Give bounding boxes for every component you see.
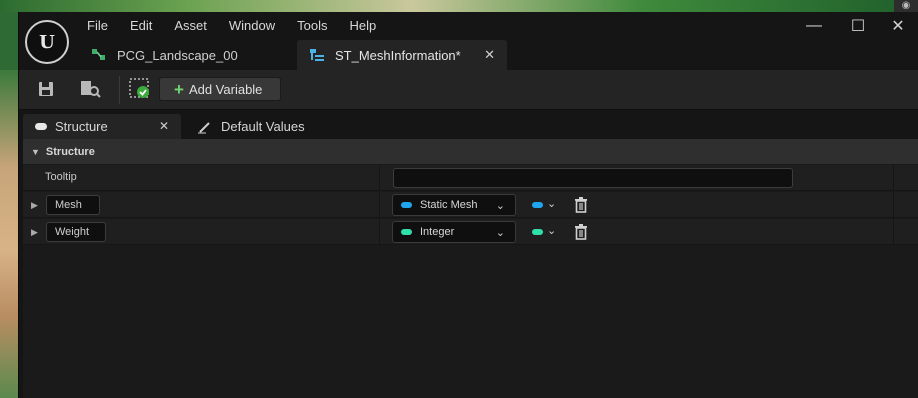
type-pill-icon	[401, 229, 412, 235]
tab-st-meshinformation[interactable]: ST_MeshInformation* ✕	[297, 40, 507, 70]
plus-icon: +	[174, 79, 184, 99]
maximize-button[interactable]: ☐	[837, 12, 879, 40]
column-divider	[379, 165, 380, 191]
chevron-down-icon[interactable]: ⌄	[547, 224, 556, 237]
menu-bar: File Edit Asset Window Tools Help	[79, 16, 390, 36]
compile-button[interactable]	[125, 76, 155, 104]
toolbar: + Add Variable	[19, 70, 918, 110]
background-viewport-left	[0, 70, 18, 398]
variable-row-weight: ▶ Weight Integer ⌄ ⌄	[23, 219, 918, 245]
expand-arrow-icon[interactable]: ▶	[31, 227, 38, 238]
tab-label: PCG_Landscape_00	[117, 47, 238, 63]
eye-icon[interactable]: ◉	[894, 0, 918, 12]
variable-row-mesh: ▶ Mesh Static Mesh ⌄ ⌄	[23, 192, 918, 218]
chevron-down-icon: ⌄	[495, 200, 505, 212]
column-divider	[379, 192, 380, 218]
add-variable-label: Add Variable	[188, 81, 263, 97]
document-tabs: PCG_Landscape_00 ST_MeshInformation* ✕	[79, 40, 507, 70]
column-divider	[893, 192, 894, 218]
structure-tab-icon	[35, 123, 47, 130]
browse-icon	[79, 80, 101, 101]
menu-file[interactable]: File	[79, 16, 116, 36]
section-title: Structure	[45, 145, 95, 158]
variable-type-dropdown[interactable]: Integer ⌄	[392, 221, 516, 243]
tab-structure-label: Structure	[55, 119, 108, 134]
struct-editor-window: U File Edit Asset Window Tools Help — ☐ …	[18, 12, 918, 398]
variable-type-label: Integer	[420, 226, 455, 238]
browse-button[interactable]	[75, 76, 105, 104]
menu-asset[interactable]: Asset	[166, 16, 215, 36]
variable-type-label: Static Mesh	[420, 199, 478, 211]
minimize-icon: —	[806, 17, 822, 34]
variable-type-dropdown[interactable]: Static Mesh ⌄	[392, 194, 516, 216]
tab-structure[interactable]: Structure ✕	[23, 114, 181, 139]
unreal-logo-icon[interactable]: U	[25, 20, 69, 64]
background-viewport-top	[0, 0, 918, 12]
variable-name-field[interactable]: Mesh	[46, 195, 100, 215]
save-icon	[37, 80, 55, 101]
tooltip-input[interactable]	[393, 168, 793, 188]
menu-edit[interactable]: Edit	[122, 16, 160, 36]
tab-label: ST_MeshInformation*	[335, 47, 461, 63]
save-button[interactable]	[31, 76, 61, 104]
structure-section-header[interactable]: ▼ Structure	[23, 139, 918, 164]
tooltip-label: Tooltip	[45, 171, 77, 183]
chevron-down-icon[interactable]: ⌄	[547, 197, 556, 210]
column-divider	[893, 219, 894, 245]
compile-success-icon	[129, 77, 151, 103]
column-divider	[379, 219, 380, 245]
variable-name-field[interactable]: Weight	[46, 222, 106, 242]
minimize-button[interactable]: —	[793, 12, 835, 40]
maximize-icon: ☐	[850, 18, 866, 35]
tab-default-values-label: Default Values	[221, 119, 305, 134]
container-type-icon[interactable]	[532, 202, 543, 208]
type-pill-icon	[401, 202, 412, 208]
menu-tools[interactable]: Tools	[289, 16, 335, 36]
container-type-icon[interactable]	[532, 229, 543, 235]
column-divider	[893, 165, 894, 191]
chevron-down-icon: ⌄	[495, 227, 505, 239]
pcg-graph-icon	[91, 48, 107, 62]
title-bar: U File Edit Asset Window Tools Help — ☐ …	[19, 12, 918, 70]
struct-icon	[309, 48, 325, 62]
expand-arrow-icon[interactable]: ▶	[31, 200, 38, 211]
add-variable-button[interactable]: + Add Variable	[159, 77, 281, 101]
close-tab-icon[interactable]: ✕	[484, 47, 495, 63]
close-window-button[interactable]: ✕	[877, 12, 918, 40]
close-icon: ✕	[891, 18, 905, 35]
menu-window[interactable]: Window	[221, 16, 283, 36]
trash-icon[interactable]	[573, 196, 589, 214]
tab-pcg-landscape[interactable]: PCG_Landscape_00	[79, 40, 297, 70]
toolbar-separator	[119, 76, 120, 104]
panel-tabs: Structure ✕ Default Values	[19, 111, 918, 139]
details-panel: ▼ Structure Tooltip ▶ Mesh Static Mesh ⌄…	[23, 139, 918, 398]
collapse-arrow-icon: ▼	[31, 146, 40, 157]
pencil-icon	[197, 120, 213, 134]
trash-icon[interactable]	[573, 223, 589, 241]
tooltip-row: Tooltip	[23, 165, 918, 191]
tab-default-values[interactable]: Default Values	[185, 114, 315, 139]
close-tab-icon[interactable]: ✕	[159, 119, 169, 133]
menu-help[interactable]: Help	[341, 16, 384, 36]
